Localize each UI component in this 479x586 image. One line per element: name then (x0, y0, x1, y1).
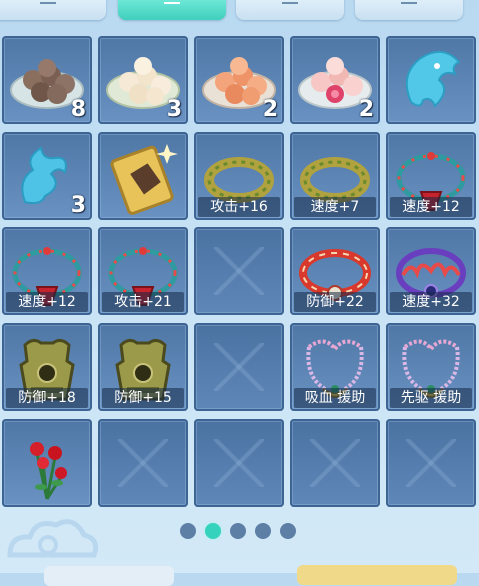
inventory-slot[interactable]: 先驱 援助 (386, 323, 476, 411)
item-stat-label: 防御+15 (102, 388, 184, 408)
inventory-slot[interactable]: 防御+15 (98, 323, 188, 411)
inventory-slot-empty[interactable] (98, 419, 188, 507)
item-stat-label: 速度+32 (390, 292, 472, 312)
inventory-slot[interactable]: 速度+12 (386, 132, 476, 220)
bottom-left-button[interactable] (44, 566, 174, 586)
tab-4-icon (401, 2, 417, 4)
inventory-slot[interactable]: 8 (2, 36, 92, 124)
page-dot-3[interactable] (230, 523, 246, 539)
item-stat-label: 防御+18 (6, 388, 88, 408)
golden-card-icon (103, 136, 183, 216)
inventory-slot[interactable] (98, 132, 188, 220)
item-stat-label: 吸血 援助 (294, 388, 376, 408)
item-stat-label: 速度+7 (294, 197, 376, 217)
tab-4[interactable] (355, 0, 463, 20)
inventory-slot[interactable]: 防御+18 (2, 323, 92, 411)
tab-2-icon (164, 2, 180, 4)
inventory-slot[interactable]: 速度+32 (386, 227, 476, 315)
inventory-slot[interactable]: 3 (2, 132, 92, 220)
item-count: 2 (358, 97, 374, 122)
item-stat-label: 防御+22 (294, 292, 376, 312)
inventory-slot[interactable]: 速度+12 (2, 227, 92, 315)
water-spirit-head-icon (391, 40, 471, 120)
inventory-slot[interactable]: 3 (98, 36, 188, 124)
inventory-slot-empty[interactable] (290, 419, 380, 507)
tab-1[interactable] (0, 0, 106, 20)
item-stat-label: 先驱 援助 (390, 388, 472, 408)
inventory-slot-empty[interactable] (194, 323, 284, 411)
inventory-slot-empty[interactable] (386, 419, 476, 507)
tab-3-icon (282, 2, 298, 4)
page-dot-5[interactable] (280, 523, 296, 539)
inventory-slot[interactable]: 攻击+21 (98, 227, 188, 315)
item-count: 3 (70, 193, 86, 218)
item-stat-label: 速度+12 (6, 292, 88, 312)
inventory-slot[interactable]: 2 (194, 36, 284, 124)
inventory-slot[interactable]: 速度+7 (290, 132, 380, 220)
inventory-slot[interactable] (2, 419, 92, 507)
inventory-slot-empty[interactable] (194, 419, 284, 507)
inventory-slot-empty[interactable] (194, 227, 284, 315)
inventory-slot[interactable]: 防御+22 (290, 227, 380, 315)
item-stat-label: 速度+12 (390, 197, 472, 217)
bottom-right-button[interactable] (297, 565, 457, 585)
tab-3[interactable] (236, 0, 344, 20)
red-roses-icon (7, 423, 87, 503)
item-count: 2 (262, 97, 278, 122)
inventory-slot[interactable]: 吸血 援助 (290, 323, 380, 411)
page-dot-1[interactable] (180, 523, 196, 539)
item-count: 8 (70, 97, 86, 122)
item-count: 3 (166, 97, 182, 122)
cloud-decoration-icon (7, 519, 99, 558)
inventory-slot[interactable] (386, 36, 476, 124)
inventory-slot[interactable]: 攻击+16 (194, 132, 284, 220)
page-dot-4[interactable] (255, 523, 271, 539)
item-stat-label: 攻击+21 (102, 292, 184, 312)
tab-1-icon (40, 2, 56, 4)
item-stat-label: 攻击+16 (198, 197, 280, 217)
page-dot-2[interactable] (205, 523, 221, 539)
tab-bar (0, 0, 479, 26)
inventory-slot[interactable]: 2 (290, 36, 380, 124)
tab-2[interactable] (118, 0, 226, 20)
